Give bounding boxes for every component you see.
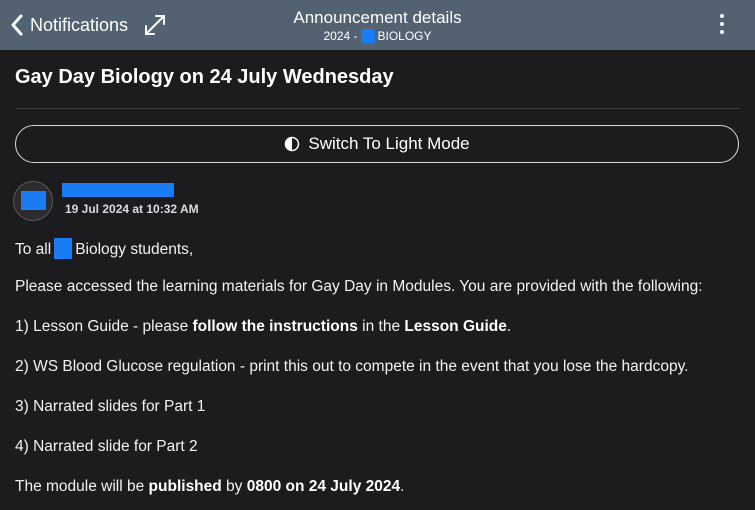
contrast-icon [285,136,300,152]
announcement-title: Gay Day Biology on 24 July Wednesday [15,66,394,88]
expand-icon[interactable] [143,13,167,37]
item1-bold: follow the instructions [192,318,358,335]
back-button[interactable]: Notifications [10,12,128,38]
header-subtitle: 2024 - BIOLOGY [200,28,555,44]
list-item: 1) Lesson Guide - please follow the inst… [15,318,511,336]
closing-text: The module will be [15,478,149,495]
intro-paragraph: Please accessed the learning materials f… [15,278,703,295]
item1-text2: in the [357,318,405,335]
list-item: 3) Narrated slides for Part 1 [15,398,206,415]
redacted-class [54,238,73,259]
item1-bold2: Lesson Guide [404,318,507,335]
chevron-left-icon [11,14,23,36]
divider [15,108,740,109]
closing-paragraph: The module will be published by 0800 on … [15,478,404,496]
header-title-group: Announcement details 2024 - BIOLOGY [200,8,555,44]
redacted-class-code [360,29,375,43]
redacted-author-name [62,183,174,197]
avatar [13,181,53,221]
switch-theme-label: Switch To Light Mode [308,134,470,153]
list-item: 4) Narrated slide for Part 2 [15,438,198,455]
closing-bold: published [148,478,222,495]
subtitle-suffix: BIOLOGY [377,29,432,43]
closing-text2: by [221,478,247,495]
greeting-pre: To all [15,241,52,258]
top-bar: Notifications Announcement details 2024 … [0,0,755,50]
subtitle-prefix: 2024 - [323,29,358,43]
item1-text3: . [506,318,512,335]
closing-text3: . [400,478,405,495]
switch-theme-button[interactable]: Switch To Light Mode [15,125,739,163]
greeting: To all Biology students, [15,238,193,259]
back-label: Notifications [30,14,129,35]
post-timestamp: 19 Jul 2024 at 10:32 AM [65,202,199,216]
more-vertical-icon[interactable] [712,14,732,36]
closing-bold2: 0800 on 24 July 2024 [246,478,401,495]
page-title: Announcement details [293,8,462,27]
list-item: 2) WS Blood Glucose regulation - print t… [15,358,689,375]
item1-text: 1) Lesson Guide - please [15,318,193,335]
greeting-post: Biology students, [75,241,194,258]
